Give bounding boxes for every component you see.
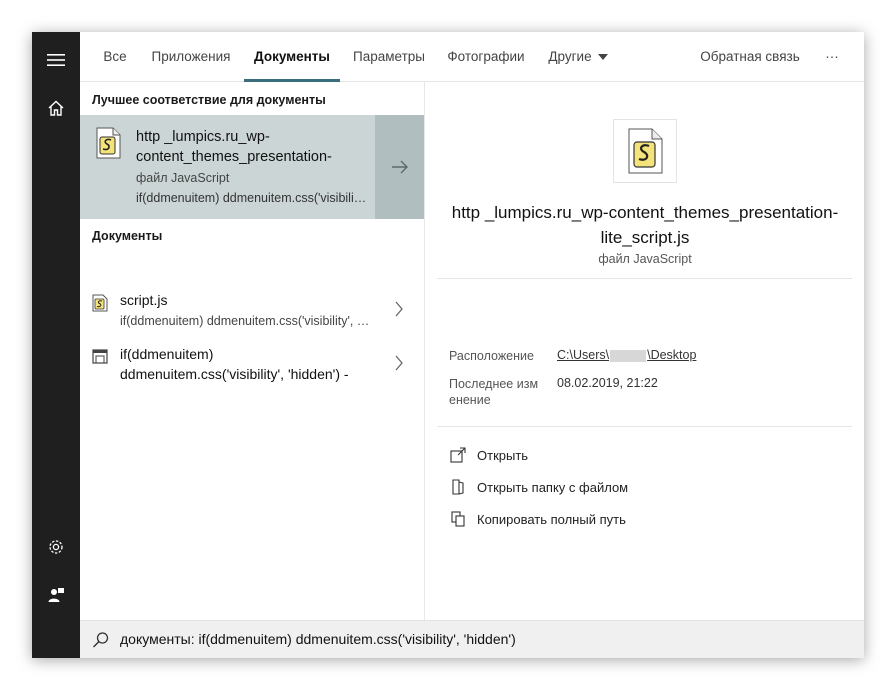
result-subtitle: ddmenuitem.css('visibility', 'hidden') -: [120, 366, 349, 382]
location-label: Расположение: [449, 349, 534, 363]
best-match-title: http _lumpics.ru_wp-content_themes_prese…: [136, 129, 332, 165]
more-options-button[interactable]: ···: [818, 32, 846, 82]
best-match-result[interactable]: http _lumpics.ru_wp-content_themes_prese…: [80, 115, 424, 219]
preview-title: http _lumpics.ru_wp-content_themes_prese…: [451, 203, 839, 247]
feedback-link[interactable]: Обратная связь: [700, 32, 800, 82]
filter-tabs: Все Приложения Документы Параметры Фотог…: [80, 32, 864, 82]
open-icon: [449, 446, 467, 464]
divider: [437, 278, 852, 279]
folder-icon: [449, 478, 467, 496]
open-folder-action[interactable]: Открыть папку с файлом: [449, 476, 628, 498]
script-file-icon: [92, 294, 108, 312]
menu-button[interactable]: [32, 36, 80, 84]
redacted-username: [610, 349, 647, 362]
user-feedback-icon: [48, 588, 64, 602]
location-link[interactable]: C:\Users\ \Desktop: [557, 348, 696, 362]
preview-type: файл JavaScript: [598, 252, 692, 266]
tab-all[interactable]: Все: [102, 32, 128, 82]
left-rail: [32, 32, 80, 658]
settings-button[interactable]: [32, 523, 80, 571]
home-button[interactable]: [32, 84, 80, 132]
chevron-right-icon[interactable]: [394, 354, 404, 372]
modified-label: Последнее изм енение: [449, 377, 539, 407]
best-match-open-button[interactable]: [375, 115, 424, 219]
search-window: Все Приложения Документы Параметры Фотог…: [32, 32, 864, 658]
search-bar[interactable]: документы: if(ddmenuitem) ddmenuitem.css…: [80, 620, 864, 658]
search-input[interactable]: документы: if(ddmenuitem) ddmenuitem.css…: [120, 631, 516, 647]
tab-other[interactable]: Другие: [546, 32, 610, 82]
tab-apps[interactable]: Приложения: [150, 32, 232, 82]
preview-pane: http _lumpics.ru_wp-content_themes_prese…: [425, 82, 864, 620]
document-file-icon: [92, 349, 108, 364]
best-match-snippet: if(ddmenuitem) ddmenuitem.css('visibilit…: [136, 191, 368, 205]
hamburger-icon: [47, 54, 65, 66]
result-title: script.js: [120, 292, 168, 308]
search-content: Все Приложения Документы Параметры Фотог…: [80, 32, 864, 658]
search-icon: [93, 632, 109, 648]
result-subtitle: if(ddmenuitem) ddmenuitem.css('visibilit…: [120, 314, 370, 328]
tab-settings[interactable]: Параметры: [352, 32, 426, 82]
result-title: if(ddmenuitem): [120, 346, 214, 362]
best-match-heading: Лучшее соответствие для документы: [92, 93, 326, 107]
tab-photos[interactable]: Фотографии: [446, 32, 526, 82]
copy-path-action[interactable]: Копировать полный путь: [449, 508, 626, 530]
feedback-user-button[interactable]: [32, 571, 80, 619]
divider: [437, 426, 852, 427]
best-match-type: файл JavaScript: [136, 171, 230, 185]
caret-down-icon: [597, 54, 608, 61]
chevron-right-icon[interactable]: [394, 300, 404, 318]
results-pane: Лучшее соответствие для документы http _…: [80, 82, 424, 620]
documents-heading: Документы: [92, 229, 163, 243]
home-icon: [48, 100, 64, 116]
more-icon: ···: [825, 49, 839, 64]
gear-icon: [49, 540, 63, 554]
open-action[interactable]: Открыть: [449, 444, 528, 466]
script-file-icon: [628, 128, 663, 174]
modified-value: 08.02.2019, 21:22: [557, 376, 658, 390]
arrow-right-icon: [391, 160, 408, 174]
copy-icon: [449, 510, 467, 528]
list-item[interactable]: if(ddmenuitem) ddmenuitem.css('visibilit…: [80, 340, 424, 392]
preview-file-thumbnail: [613, 119, 677, 183]
best-match-main[interactable]: http _lumpics.ru_wp-content_themes_prese…: [80, 115, 375, 219]
tab-documents[interactable]: Документы: [244, 32, 340, 82]
list-item[interactable]: script.js if(ddmenuitem) ddmenuitem.css(…: [80, 286, 424, 338]
script-file-icon: [96, 127, 121, 159]
